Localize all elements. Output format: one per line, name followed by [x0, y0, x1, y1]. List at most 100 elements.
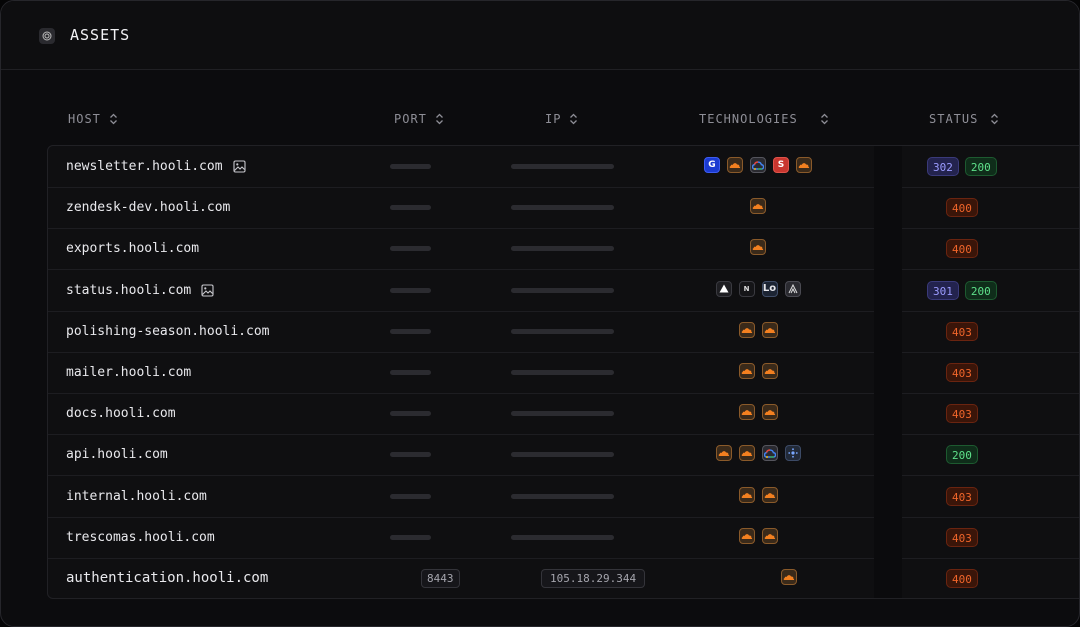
status-cell: 403: [946, 321, 978, 341]
network-icon[interactable]: [784, 445, 801, 462]
cloudflare-icon[interactable]: [750, 198, 766, 215]
ip-placeholder: [511, 493, 614, 499]
status-badge: 403: [946, 363, 978, 382]
technologies-cell: [715, 445, 801, 463]
google-cloud-icon[interactable]: [761, 445, 778, 462]
port-placeholder: [390, 205, 431, 211]
host-cell[interactable]: docs.hooli.com: [66, 406, 176, 421]
technologies-cell: [738, 404, 778, 422]
status-cell: 403: [946, 363, 978, 382]
table-row[interactable]: authentication.hooli.com 8443 105.18.29.34…: [48, 558, 1079, 599]
status-badge: 200: [946, 445, 978, 465]
red-s-icon[interactable]: S: [773, 157, 789, 173]
status-cell: 403: [946, 404, 978, 424]
host-cell[interactable]: polishing-season.hooli.com: [66, 324, 270, 339]
ip-placeholder: [511, 164, 614, 169]
cloudflare-icon[interactable]: [727, 157, 743, 173]
host-cell[interactable]: api.hooli.com: [66, 447, 168, 462]
cloudflare-icon[interactable]: [738, 363, 755, 379]
status-badge: 403: [946, 404, 978, 424]
lo-icon[interactable]: Lo: [761, 280, 778, 297]
table-row[interactable]: polishing-season.hooli.com 403: [48, 311, 1079, 353]
port-placeholder: [390, 370, 431, 375]
host-cell[interactable]: internal.hooli.com: [66, 489, 207, 504]
status-cell: 400: [946, 569, 978, 588]
table-row[interactable]: mailer.hooli.com 403: [48, 352, 1079, 394]
host-name[interactable]: newsletter.hooli.com: [66, 159, 223, 174]
cloudflare-icon[interactable]: [761, 404, 778, 421]
cloudflare-icon[interactable]: [715, 445, 732, 462]
blue-g-icon[interactable]: G: [704, 157, 720, 173]
cloudflare-icon[interactable]: [796, 157, 812, 173]
column-header-ip[interactable]: IP: [545, 112, 578, 126]
nextjs-icon[interactable]: N: [738, 280, 755, 297]
status-badge: 200: [964, 157, 997, 176]
table-row[interactable]: internal.hooli.com 403: [48, 476, 1079, 518]
host-name[interactable]: internal.hooli.com: [66, 489, 207, 504]
host-name[interactable]: polishing-season.hooli.com: [66, 324, 270, 339]
column-header-label: PORT: [394, 112, 427, 126]
host-name[interactable]: status.hooli.com: [66, 283, 191, 298]
assets-window: ASSETS HOST PORT IP TECHNOLOGIES STATUS …: [0, 0, 1080, 627]
vercel-icon[interactable]: [715, 280, 732, 297]
stripes-icon[interactable]: [784, 280, 801, 297]
ip-placeholder: [511, 370, 614, 375]
table-row[interactable]: status.hooli.com N Lo 301 200: [48, 270, 1079, 312]
status-badge: 403: [946, 321, 978, 341]
host-cell[interactable]: authentication.hooli.com: [66, 570, 268, 586]
status-badge: 403: [946, 486, 978, 506]
port-value: 8443: [421, 569, 460, 588]
cloudflare-icon[interactable]: [761, 527, 778, 544]
ip-value: 105.18.29.344: [541, 569, 646, 588]
google-cloud-icon[interactable]: [750, 157, 766, 173]
table-row[interactable]: trescomas.hooli.com 403: [48, 517, 1079, 559]
cloudflare-icon[interactable]: [738, 486, 755, 503]
technologies-cell: [738, 527, 778, 546]
sort-icon: [820, 113, 828, 125]
column-header-label: HOST: [68, 112, 101, 126]
cloudflare-icon[interactable]: [761, 321, 778, 338]
image-icon[interactable]: [201, 284, 214, 297]
cloudflare-icon[interactable]: [750, 239, 766, 256]
cloudflare-icon[interactable]: [738, 404, 755, 421]
assets-table: newsletter.hooli.com G S 302 200 zendesk-dev.…: [47, 145, 1079, 599]
table-row[interactable]: docs.hooli.com 403: [48, 393, 1079, 436]
host-cell[interactable]: zendesk-dev.hooli.com: [66, 200, 230, 215]
host-cell[interactable]: mailer.hooli.com: [66, 365, 191, 380]
cloudflare-icon[interactable]: [738, 321, 755, 338]
host-name[interactable]: authentication.hooli.com: [66, 570, 268, 586]
cloudflare-icon[interactable]: [761, 486, 778, 503]
host-name[interactable]: docs.hooli.com: [66, 406, 176, 421]
sort-icon: [570, 113, 578, 125]
column-header-port[interactable]: PORT: [394, 112, 444, 126]
image-icon[interactable]: [232, 160, 246, 173]
table-row[interactable]: exports.hooli.com 400: [48, 228, 1079, 271]
column-header-label: IP: [545, 112, 562, 126]
ip-placeholder: [511, 287, 614, 293]
host-name[interactable]: mailer.hooli.com: [66, 365, 191, 380]
column-header-technologies[interactable]: TECHNOLOGIES: [699, 112, 829, 126]
host-name[interactable]: api.hooli.com: [66, 447, 168, 462]
host-cell[interactable]: trescomas.hooli.com: [66, 530, 215, 545]
status-badge: 301: [927, 280, 959, 300]
table-row[interactable]: zendesk-dev.hooli.com 400: [48, 187, 1079, 230]
table-row[interactable]: api.hooli.com 200: [48, 434, 1079, 477]
cloudflare-icon[interactable]: [738, 527, 755, 544]
technologies-cell: [750, 198, 766, 216]
column-header-label: STATUS: [929, 112, 979, 126]
column-header-status[interactable]: STATUS: [929, 112, 999, 126]
host-name[interactable]: trescomas.hooli.com: [66, 530, 215, 545]
status-cell: 200: [946, 445, 978, 465]
host-cell[interactable]: newsletter.hooli.com: [66, 159, 246, 174]
host-cell[interactable]: exports.hooli.com: [66, 241, 199, 256]
table-row[interactable]: newsletter.hooli.com G S 302 200: [48, 146, 1079, 188]
cloudflare-icon[interactable]: [738, 445, 755, 462]
status-cell: 400: [946, 239, 978, 259]
cloudflare-icon[interactable]: [781, 569, 797, 585]
column-header-host[interactable]: HOST: [68, 112, 118, 126]
host-name[interactable]: exports.hooli.com: [66, 241, 199, 256]
cloudflare-icon[interactable]: [761, 363, 778, 379]
status-cell: 403: [946, 486, 978, 506]
host-cell[interactable]: status.hooli.com: [66, 283, 214, 298]
host-name[interactable]: zendesk-dev.hooli.com: [66, 200, 230, 215]
